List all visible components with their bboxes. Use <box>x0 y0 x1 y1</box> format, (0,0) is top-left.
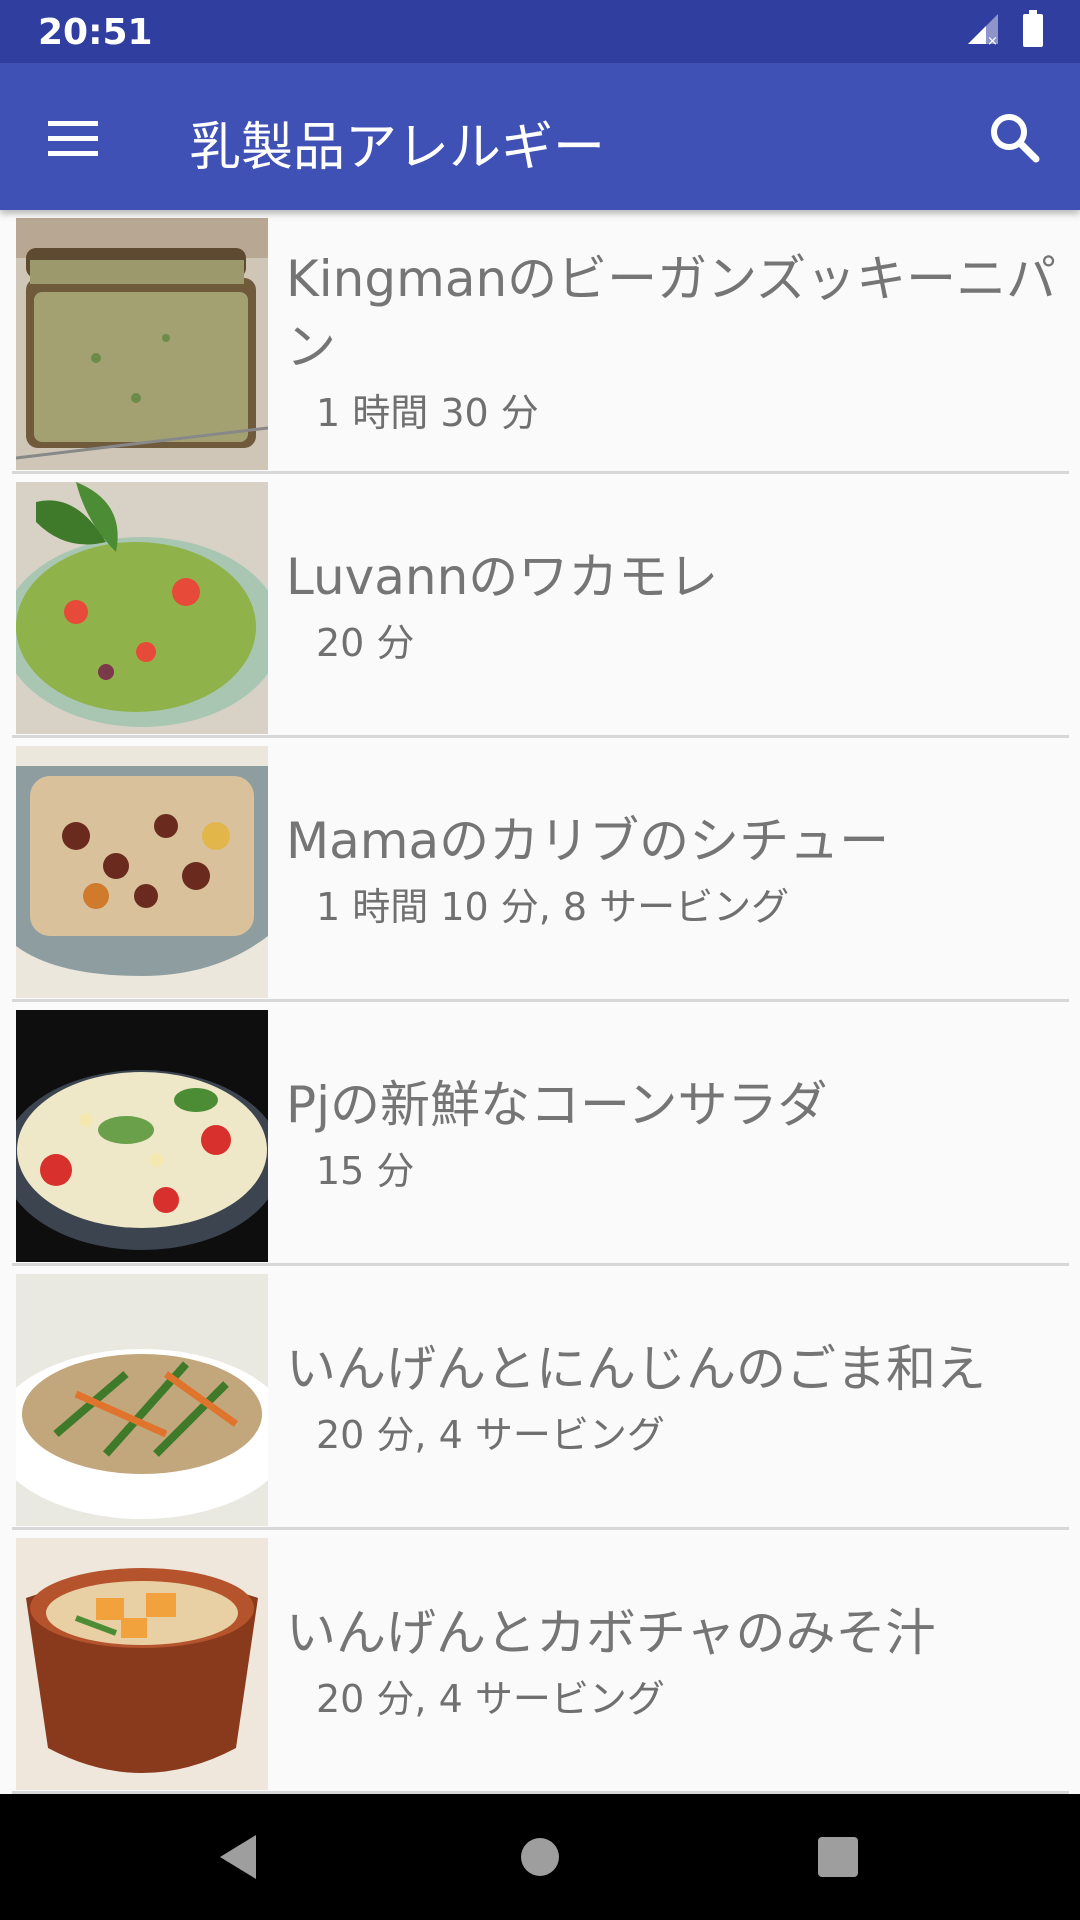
status-bar: 20:51 × <box>0 0 1080 63</box>
recipe-title: Mamaのカリブのシチュー <box>286 812 890 870</box>
back-icon[interactable] <box>210 1827 270 1887</box>
list-item[interactable]: いんげんとにんじんのごま和え 20 分, 4 サービング <box>12 1266 1069 1530</box>
list-item[interactable]: いんげんとカボチャのみそ汁 20 分, 4 サービング <box>12 1530 1069 1794</box>
recipe-image <box>16 746 268 998</box>
list-item[interactable]: Mamaのカリブのシチュー 1 時間 10 分, 8 サービング <box>12 738 1069 1002</box>
recipe-meta: 15 分 <box>316 1149 415 1193</box>
recipe-meta: 20 分 <box>316 621 415 665</box>
recipe-title: Pjの新鮮なコーンサラダ <box>286 1076 828 1134</box>
recipe-image <box>16 218 268 470</box>
recipe-title: Luvannのワカモレ <box>286 548 719 606</box>
recipe-title: Kingmanのビーガンズッキーニパン <box>286 250 1057 376</box>
recipe-meta: 1 時間 30 分 <box>316 391 539 435</box>
page-title: 乳製品アレルギー <box>189 118 606 178</box>
app-bar: 乳製品アレルギー <box>0 63 1080 210</box>
search-icon[interactable] <box>984 107 1046 169</box>
recipe-image <box>16 482 268 734</box>
status-icons: × <box>966 10 1044 52</box>
recipe-meta: 1 時間 10 分, 8 サービング <box>316 885 790 929</box>
navigation-bar <box>0 1794 1080 1920</box>
svg-text:×: × <box>987 34 998 46</box>
menu-icon[interactable] <box>42 113 104 163</box>
recipe-image <box>16 1538 268 1790</box>
recipe-meta: 20 分, 4 サービング <box>316 1413 665 1457</box>
home-icon[interactable] <box>510 1827 570 1887</box>
signal-icon: × <box>966 12 1000 50</box>
recents-icon[interactable] <box>808 1827 868 1887</box>
recipe-image <box>16 1010 268 1262</box>
recipe-title: いんげんとカボチャのみそ汁 <box>286 1604 936 1662</box>
list-item[interactable]: Kingmanのビーガンズッキーニパン 1 時間 30 分 <box>12 210 1069 474</box>
list-item[interactable]: Pjの新鮮なコーンサラダ 15 分 <box>12 1002 1069 1266</box>
recipe-image <box>16 1274 268 1526</box>
status-time: 20:51 <box>38 12 153 53</box>
recipe-title: いんげんとにんじんのごま和え <box>286 1340 986 1398</box>
recipe-list[interactable]: Kingmanのビーガンズッキーニパン 1 時間 30 分 Luvannのワカモ… <box>0 210 1080 1794</box>
list-item[interactable]: Luvannのワカモレ 20 分 <box>12 474 1069 738</box>
recipe-meta: 20 分, 4 サービング <box>316 1677 665 1721</box>
battery-icon <box>1022 10 1044 52</box>
